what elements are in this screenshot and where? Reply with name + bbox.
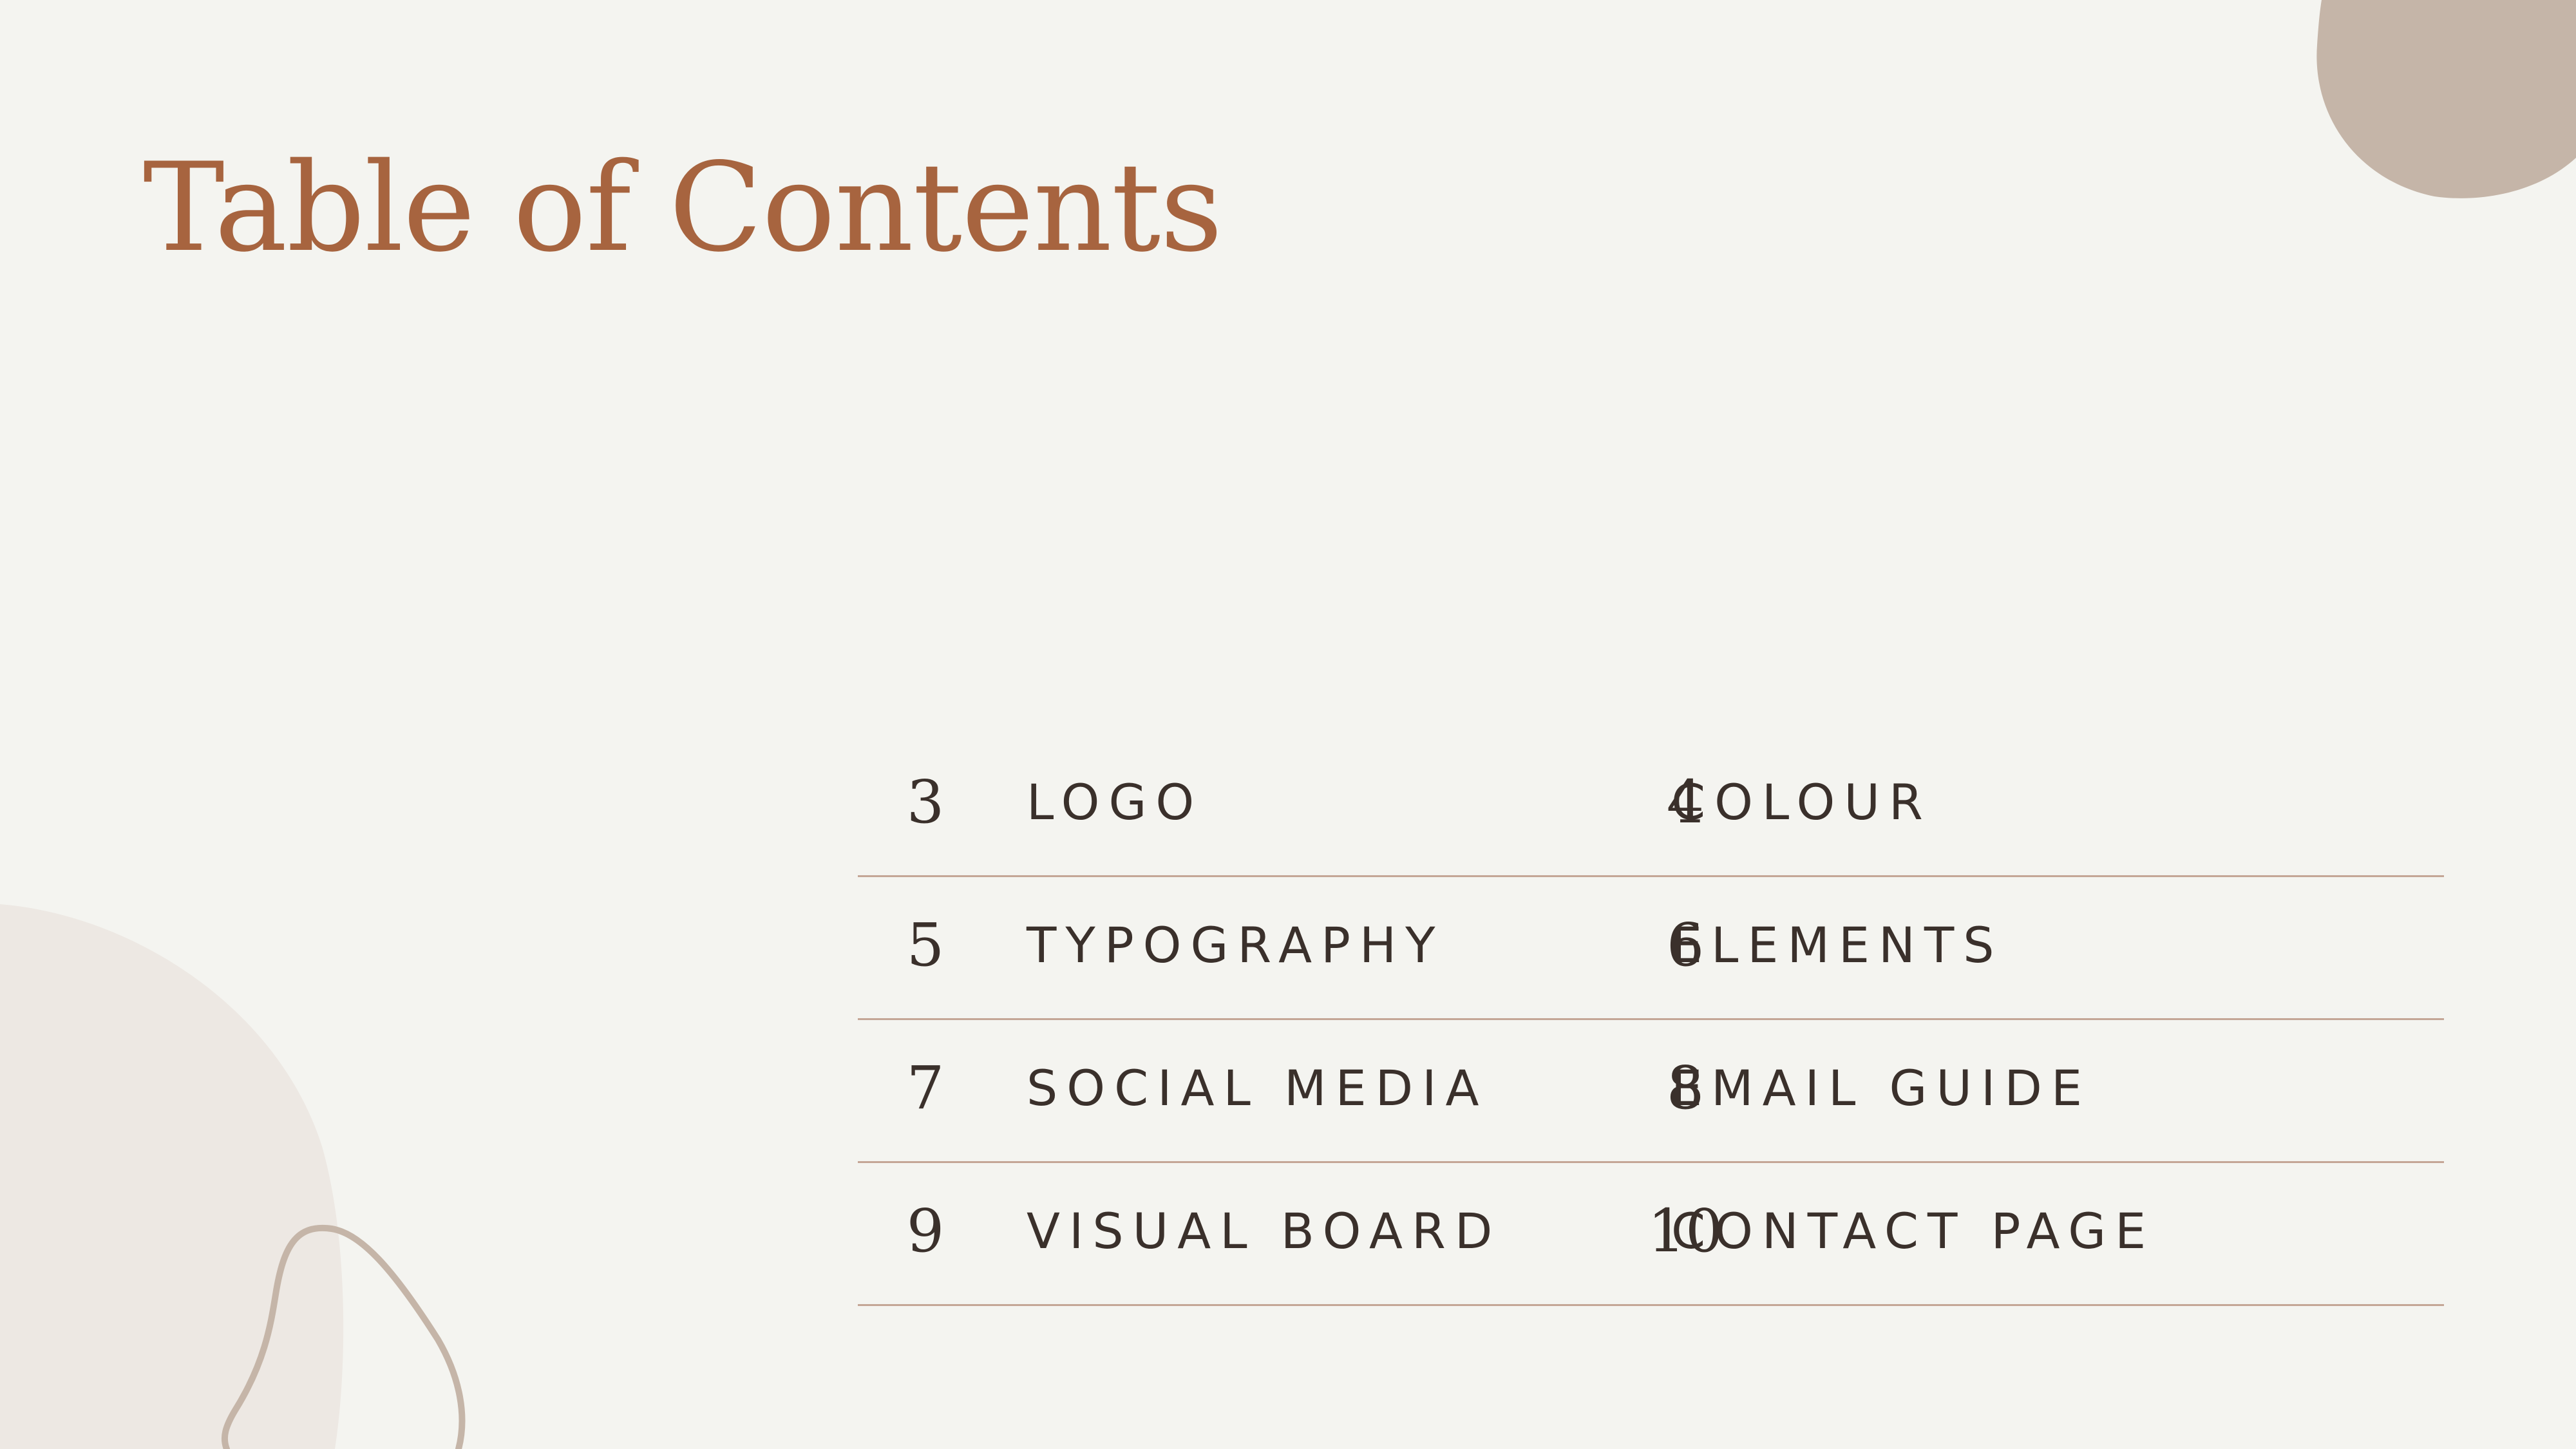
page-number: 3 [906,768,945,837]
toc-entry-typography[interactable]: 5 TYPOGRAPHY [858,877,1631,1020]
toc-entry-colour[interactable]: 4 COLOUR [1631,734,2444,877]
section-label: CONTACT PAGE [1671,1202,2155,1260]
section-label: ELEMENTS [1671,916,2003,974]
toc-entry-email-guide[interactable]: 8 EMAIL GUIDE [1631,1020,2444,1163]
section-label: VISUAL BOARD [1027,1202,1502,1260]
page-number: 9 [906,1197,945,1265]
toc-entry-logo[interactable]: 3 LOGO [858,734,1631,877]
top-right-blob [2316,0,2576,198]
table-of-contents: 3 LOGO 4 COLOUR 5 TYPOGRAPHY 6 ELEMENTS … [858,734,2444,1306]
page-number: 7 [906,1054,945,1122]
section-label: TYPOGRAPHY [1027,916,1444,974]
page-number: 5 [906,911,945,980]
section-label: LOGO [1027,773,1204,831]
section-label: SOCIAL MEDIA [1027,1059,1488,1117]
toc-entry-visual-board[interactable]: 9 VISUAL BOARD [858,1163,1631,1306]
page-title: Table of Contents [143,137,1223,279]
toc-entry-contact-page[interactable]: 10 CONTACT PAGE [1631,1163,2444,1306]
bottom-left-blob [0,904,344,1449]
toc-entry-social-media[interactable]: 7 SOCIAL MEDIA [858,1020,1631,1163]
toc-entry-elements[interactable]: 6 ELEMENTS [1631,877,2444,1020]
toc-row: 7 SOCIAL MEDIA 8 EMAIL GUIDE [858,1020,2444,1163]
section-label: EMAIL GUIDE [1671,1059,2091,1117]
section-label: COLOUR [1671,773,1932,831]
toc-row: 5 TYPOGRAPHY 6 ELEMENTS [858,877,2444,1020]
toc-row: 9 VISUAL BOARD 10 CONTACT PAGE [858,1163,2444,1306]
toc-row: 3 LOGO 4 COLOUR [858,734,2444,877]
